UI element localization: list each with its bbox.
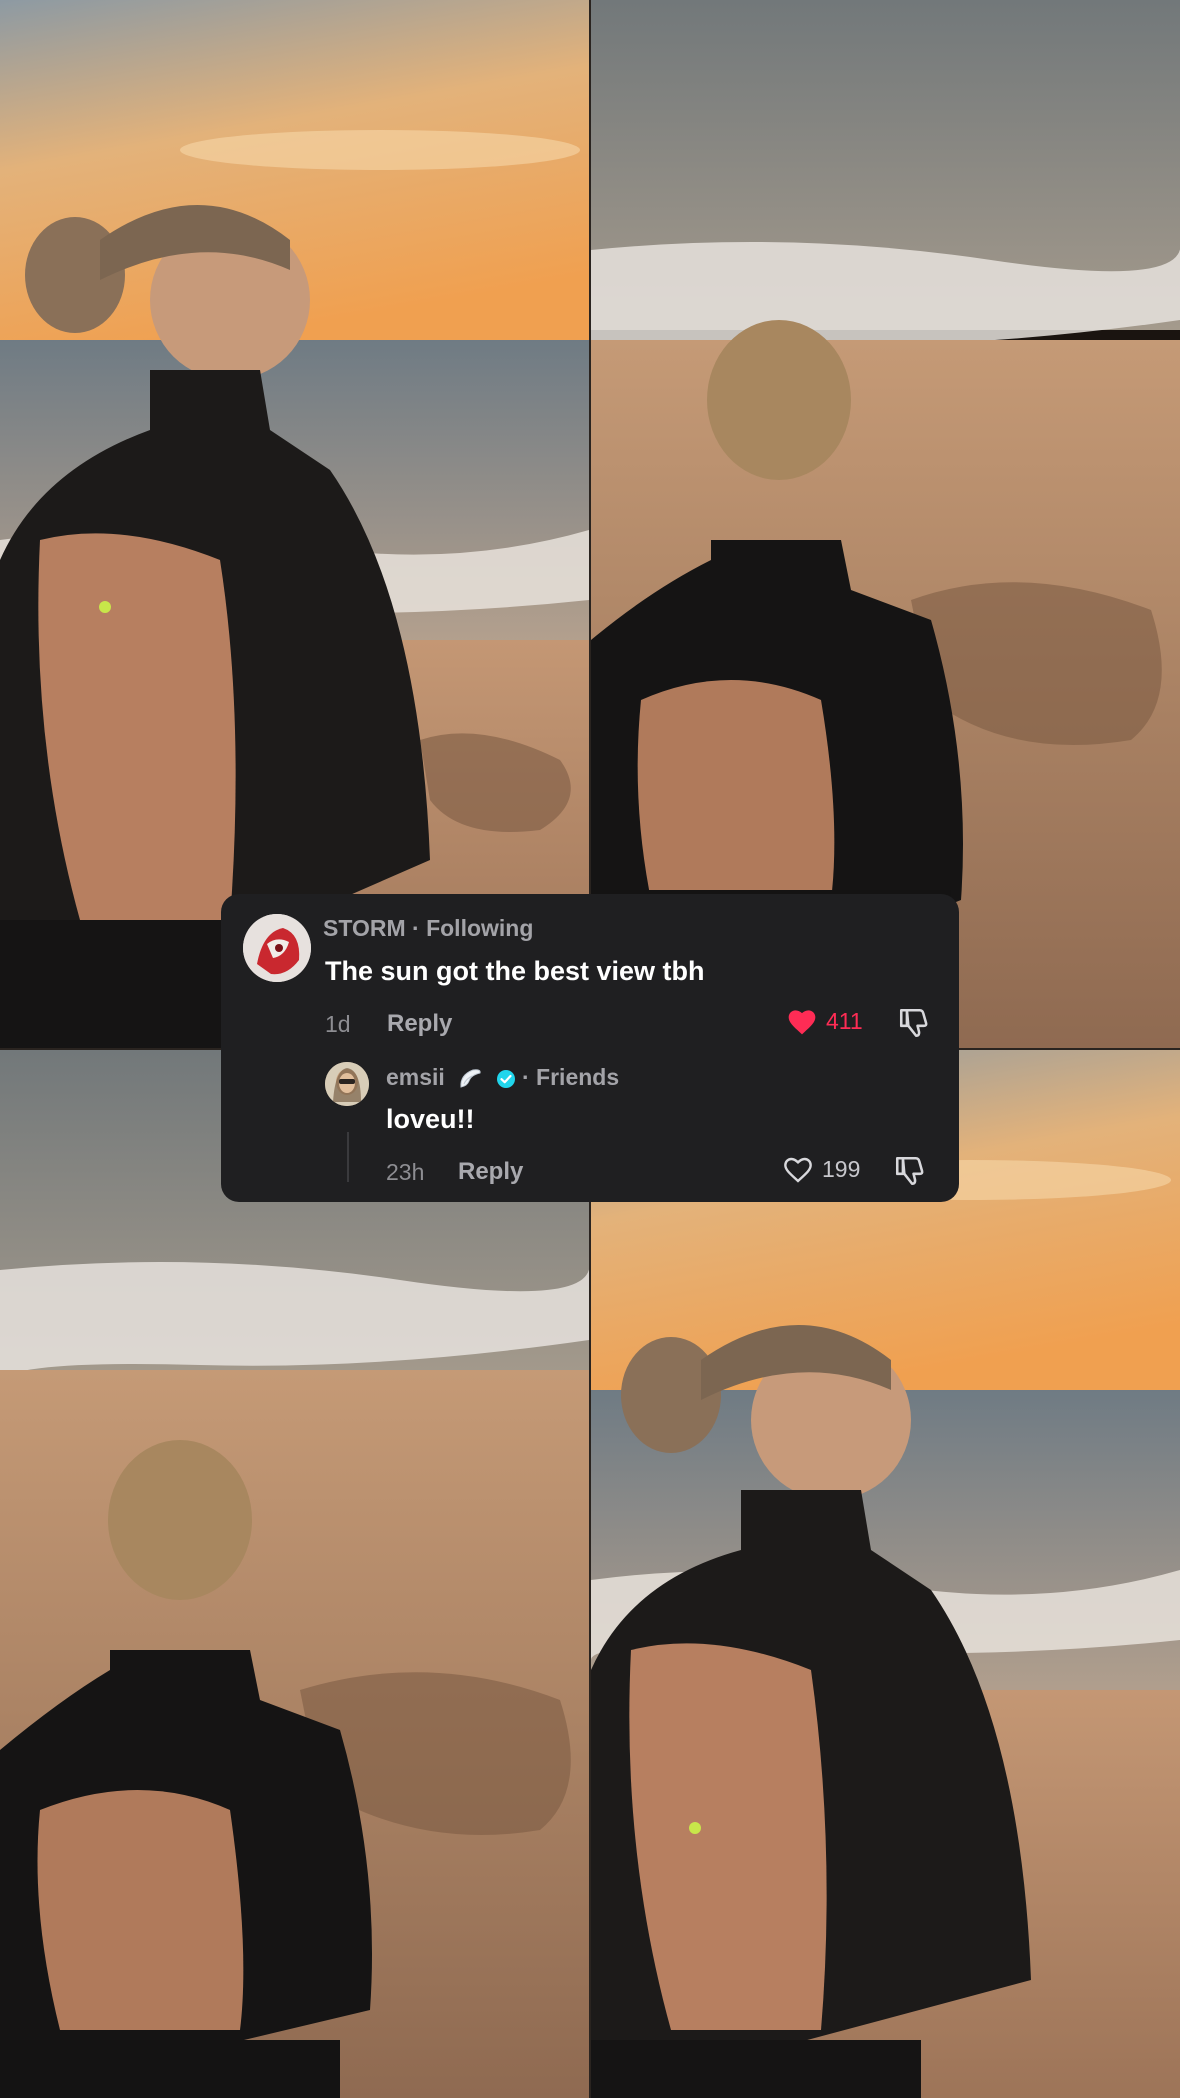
thumbs-down-icon[interactable]	[893, 1154, 927, 1188]
comment-relation-label: · Following	[412, 915, 534, 941]
reply-reply-button[interactable]: Reply	[458, 1158, 523, 1186]
beach-photo-bottom-right	[591, 1050, 1180, 2098]
comment-age: 1d	[325, 1011, 351, 1037]
comment-text: The sun got the best view tbh	[325, 956, 705, 986]
reply-like-count: 199	[822, 1155, 861, 1182]
verified-badge-icon	[496, 1069, 515, 1088]
reply-text: loveu!!	[386, 1104, 475, 1134]
beach-photo-bottom-left	[0, 1050, 589, 2098]
comment-like-count: 411	[826, 1007, 863, 1034]
reply-like-button[interactable]: 199	[782, 1154, 860, 1184]
reply-thread-line	[347, 1132, 349, 1182]
heart-outline-icon	[784, 1157, 812, 1183]
reply-avatar[interactable]	[325, 1062, 369, 1106]
beach-photo-top-right	[591, 0, 1180, 1048]
comment-reply-button[interactable]: Reply	[387, 1010, 452, 1038]
comment-username-row: STORM · Following	[323, 915, 533, 942]
comment-username[interactable]: STORM	[323, 915, 406, 941]
reply-username-row: emsii · Friends	[386, 1064, 619, 1091]
commenter-avatar[interactable]	[243, 914, 311, 982]
comment-card: STORM · Following The sun got the best v…	[221, 894, 959, 1202]
angel-wing-emoji-icon	[460, 1069, 481, 1088]
reply-age: 23h	[386, 1159, 425, 1185]
beach-photo-top-left	[0, 0, 589, 1048]
reply-username[interactable]: emsii	[386, 1064, 445, 1090]
reply-relation-label: · Friends	[522, 1064, 620, 1090]
thumbs-down-icon[interactable]	[897, 1006, 931, 1040]
heart-filled-icon	[788, 1010, 816, 1035]
comment-like-button[interactable]: 411	[786, 1006, 863, 1036]
